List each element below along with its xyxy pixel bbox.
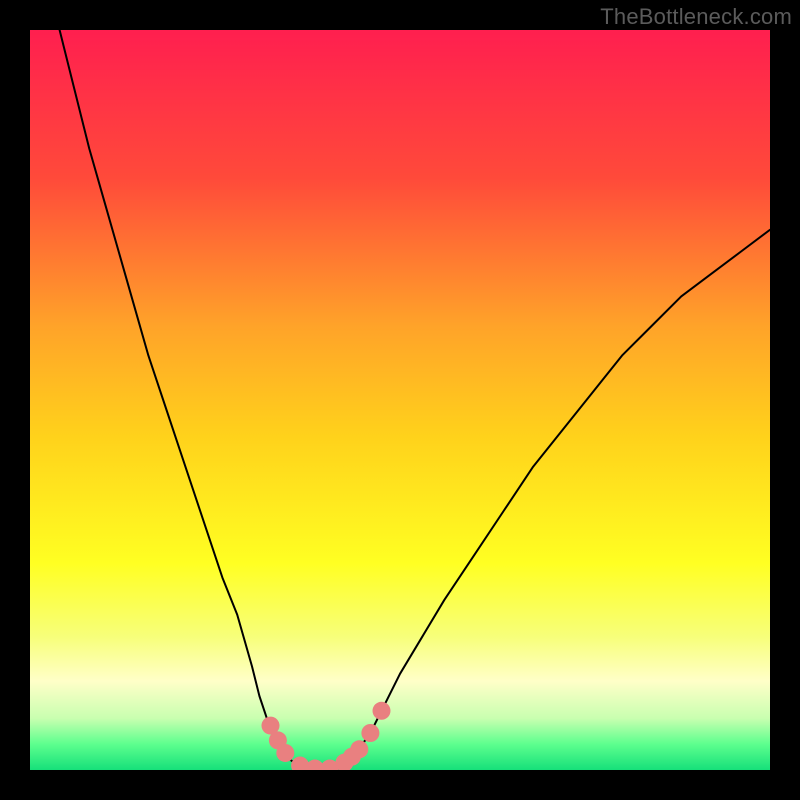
- chart-frame: TheBottleneck.com: [0, 0, 800, 800]
- marker-dot: [373, 702, 391, 720]
- marker-dot: [361, 724, 379, 742]
- chart-svg: [30, 30, 770, 770]
- chart-plot-area: [30, 30, 770, 770]
- marker-dot: [350, 740, 368, 758]
- marker-dot: [276, 744, 294, 762]
- watermark-text: TheBottleneck.com: [600, 4, 792, 30]
- chart-background: [30, 30, 770, 770]
